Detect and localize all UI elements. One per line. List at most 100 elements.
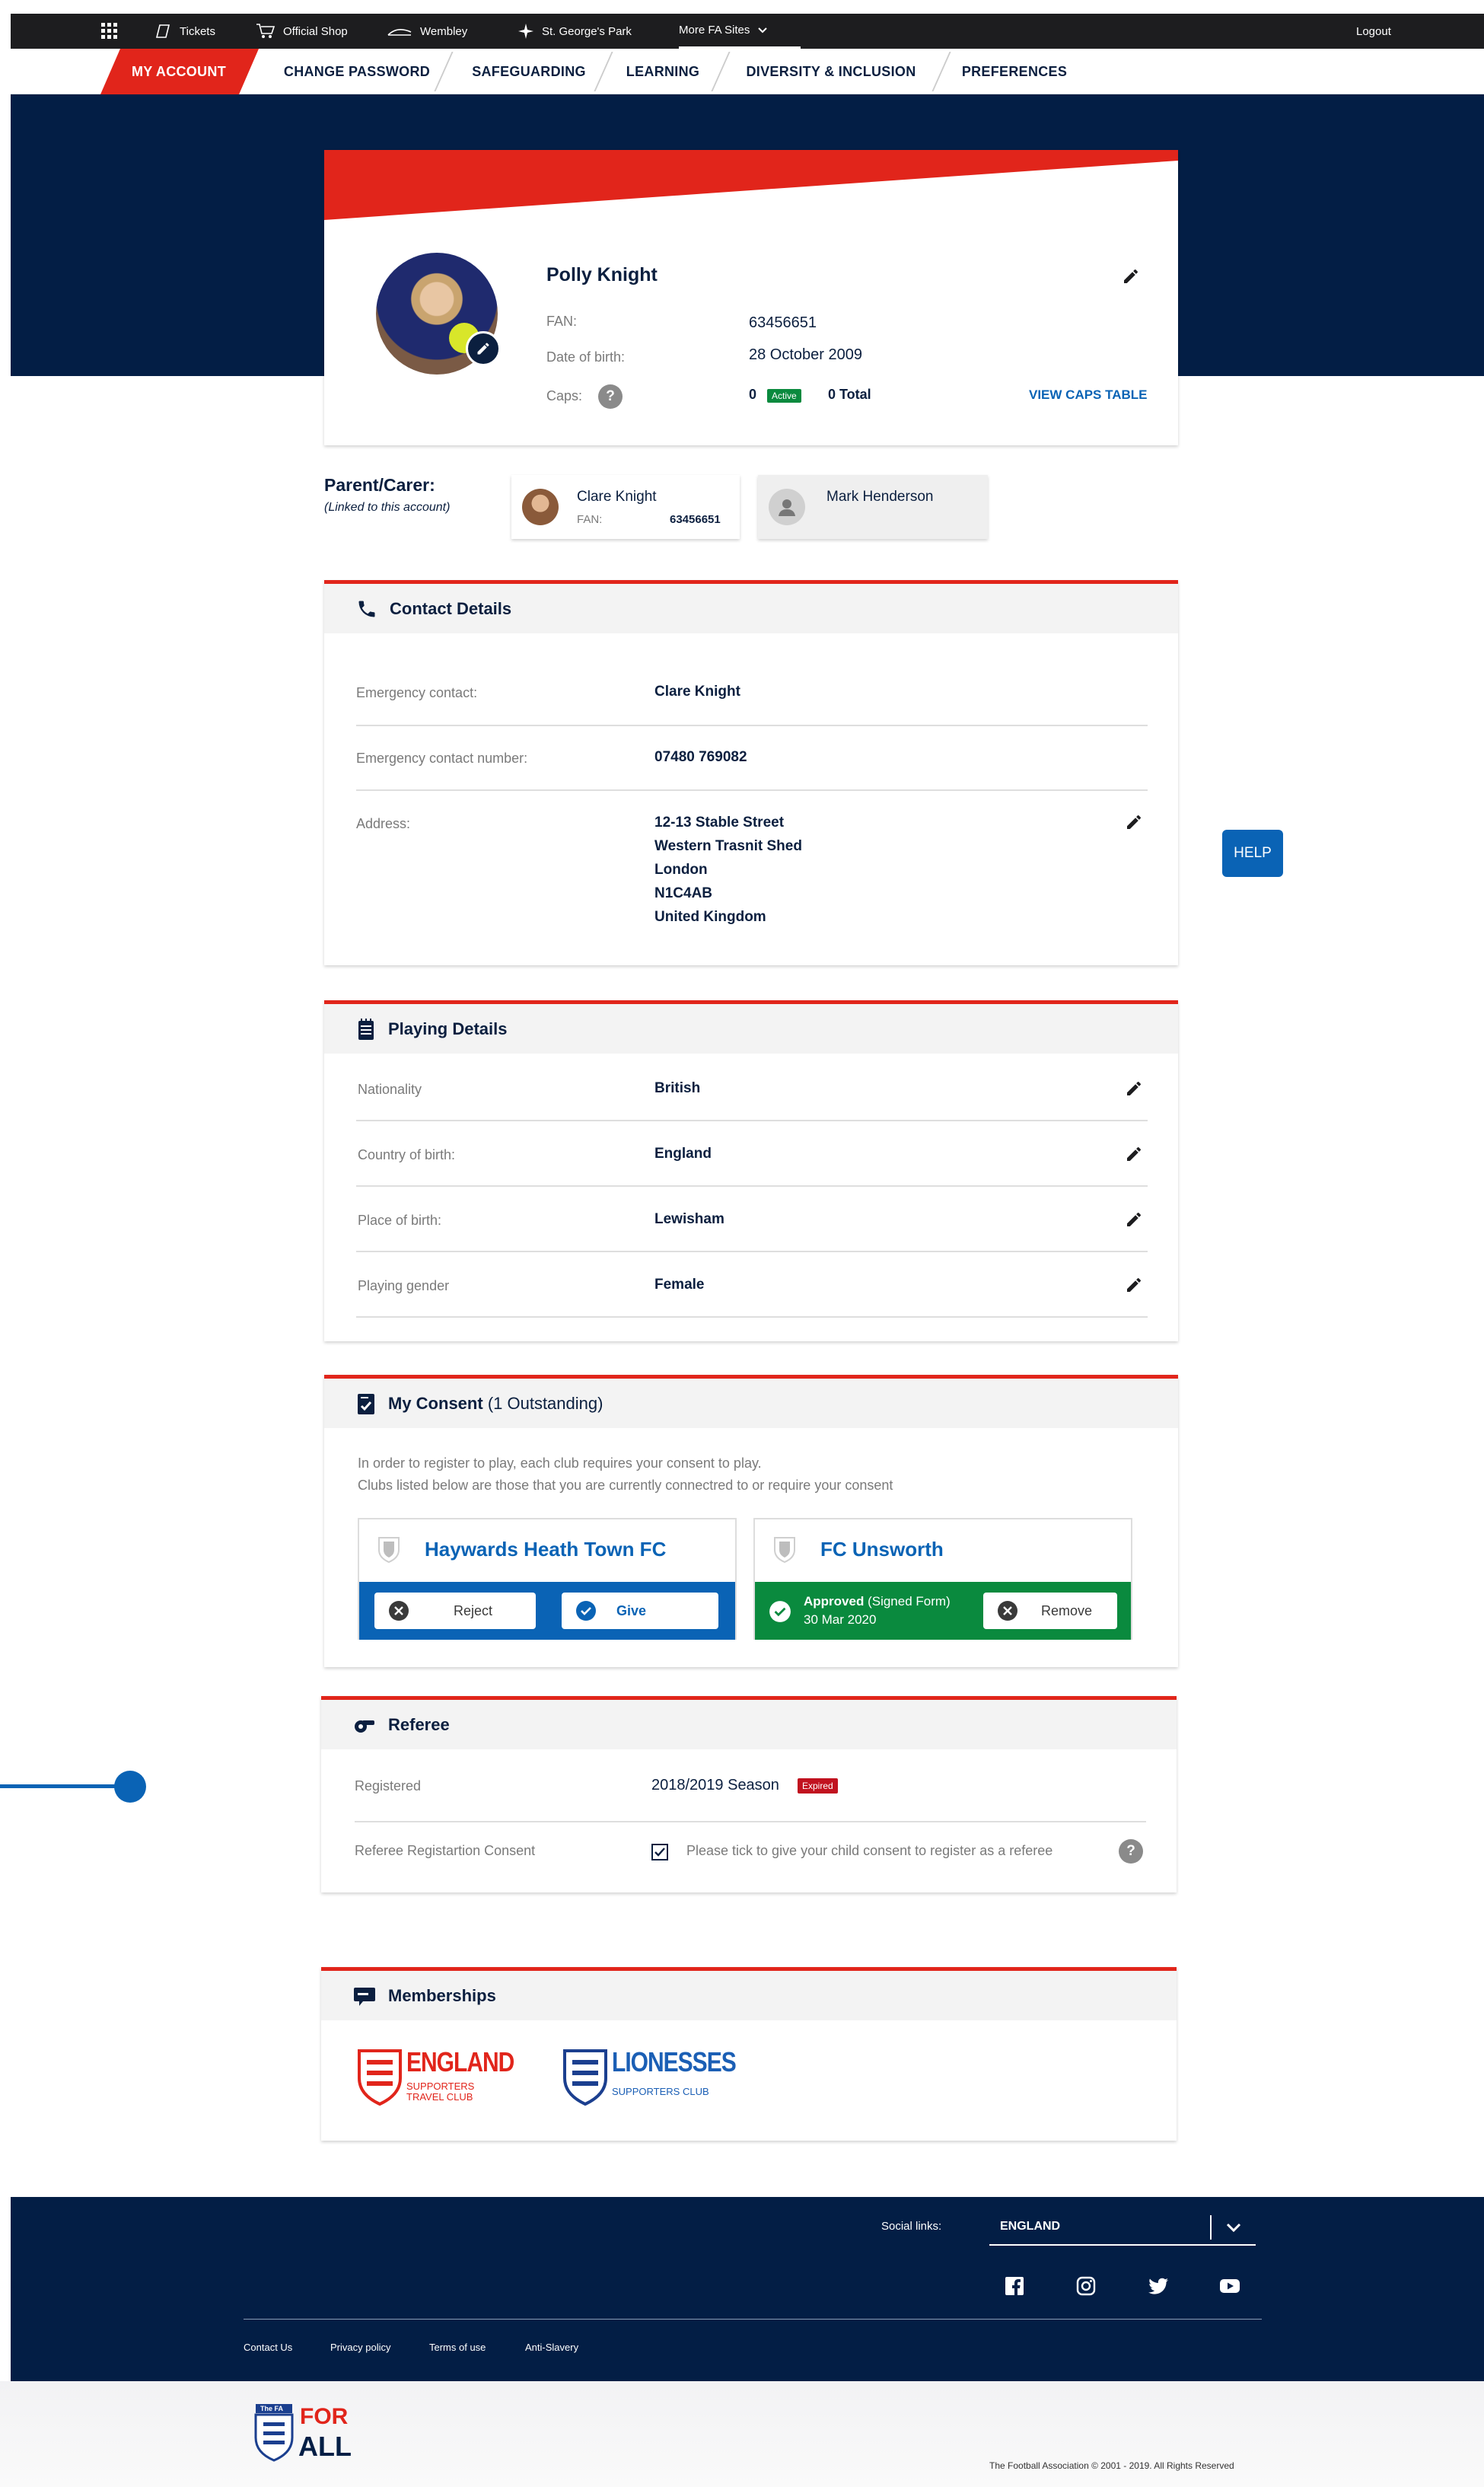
country-select-value: ENGLAND bbox=[1000, 2220, 1061, 2233]
pencil-icon bbox=[477, 343, 489, 355]
referee-help-icon[interactable]: ? bbox=[1119, 1839, 1143, 1864]
tab-diversity-inclusion[interactable]: DIVERSITY & INCLUSION bbox=[732, 49, 930, 94]
official-shop-link[interactable]: Official Shop bbox=[256, 14, 348, 49]
apps-grid-icon[interactable] bbox=[100, 14, 119, 49]
tab-safeguarding[interactable]: SAFEGUARDING bbox=[457, 49, 601, 94]
more-fa-sites-label: More FA Sites bbox=[679, 24, 750, 37]
view-caps-table-link[interactable]: VIEW CAPS TABLE bbox=[1029, 387, 1148, 403]
fa-for-all-logo: The FA FOR ALL bbox=[253, 2401, 355, 2463]
tickets-link[interactable]: Tickets bbox=[155, 14, 215, 49]
twitter-icon[interactable] bbox=[1148, 2278, 1169, 2296]
playing-details-card: Playing Details Nationality British Coun… bbox=[324, 1000, 1178, 1341]
divider bbox=[356, 1251, 1148, 1252]
lionesses-supporters-club-logo[interactable]: LIONESSES SUPPORTERS CLUB bbox=[562, 2048, 737, 2110]
address-line-1: 12-13 Stable Street bbox=[654, 815, 785, 831]
emergency-number-label: Emergency contact number: bbox=[356, 751, 528, 766]
reject-button[interactable]: Reject bbox=[374, 1593, 536, 1629]
membership-card-icon bbox=[354, 1987, 375, 2006]
consent-outstanding: (1 Outstanding) bbox=[487, 1393, 603, 1413]
edit-place-pencil-icon[interactable] bbox=[1125, 1210, 1143, 1229]
club-shield-icon bbox=[774, 1537, 795, 1564]
country-of-birth-value: England bbox=[654, 1146, 712, 1162]
tab-separator bbox=[931, 52, 951, 91]
divider bbox=[356, 1120, 1148, 1121]
tab-my-account[interactable]: MY ACCOUNT bbox=[114, 49, 244, 94]
chevron-down-icon bbox=[1226, 2223, 1241, 2233]
edit-nationality-pencil-icon[interactable] bbox=[1125, 1079, 1143, 1098]
facebook-icon[interactable] bbox=[1005, 2276, 1024, 2296]
tab-preferences[interactable]: PREFERENCES bbox=[950, 49, 1079, 94]
check-circle-icon bbox=[769, 1601, 791, 1622]
logout-link[interactable]: Logout bbox=[1356, 14, 1391, 49]
divider bbox=[356, 725, 1148, 726]
tab-learning[interactable]: LEARNING bbox=[613, 49, 712, 94]
wembley-label: Wembley bbox=[420, 24, 468, 38]
footer-link-contact-us[interactable]: Contact Us bbox=[244, 2342, 292, 2353]
logo-top-text: The FA bbox=[260, 2405, 284, 2412]
edit-gender-pencil-icon[interactable] bbox=[1125, 1276, 1143, 1294]
referee-consent-checkbox[interactable] bbox=[651, 1844, 668, 1860]
parent-fan-value: 63456651 bbox=[670, 513, 721, 526]
three-lions-crest-icon bbox=[358, 2049, 402, 2106]
three-lions-crest-icon bbox=[563, 2049, 607, 2106]
footer-link-terms-of-use[interactable]: Terms of use bbox=[429, 2342, 486, 2353]
youtube-icon[interactable] bbox=[1219, 2278, 1240, 2294]
caps-label: Caps: bbox=[546, 388, 583, 403]
england-supporters-travel-club-logo[interactable]: ENGLAND SUPPORTERS TRAVEL CLUB bbox=[356, 2048, 514, 2110]
tab-separator bbox=[711, 52, 731, 91]
footer-link-anti-slavery[interactable]: Anti-Slavery bbox=[525, 2342, 578, 2353]
approved-label: Approved bbox=[804, 1594, 865, 1609]
tab-change-password[interactable]: CHANGE PASSWORD bbox=[269, 49, 444, 94]
consent-intro-line-1: In order to register to play, each club … bbox=[358, 1456, 762, 1471]
country-select[interactable]: ENGLAND bbox=[989, 2208, 1256, 2246]
tickets-label: Tickets bbox=[180, 24, 215, 38]
account-nav: MY ACCOUNT CHANGE PASSWORD SAFEGUARDING … bbox=[11, 49, 1484, 94]
address-line-2: Western Trasnit Shed bbox=[654, 838, 802, 854]
edit-country-pencil-icon[interactable] bbox=[1125, 1145, 1143, 1163]
consent-form-icon bbox=[358, 1393, 374, 1414]
edit-address-pencil-icon[interactable] bbox=[1125, 813, 1143, 831]
checkmark-icon bbox=[654, 1848, 665, 1857]
footer: Social links: ENGLAND Contact Us Privacy… bbox=[11, 2197, 1484, 2381]
parent-card-mark[interactable]: Mark Henderson bbox=[758, 475, 988, 539]
edit-profile-pencil-icon[interactable] bbox=[1122, 267, 1140, 285]
sub-footer: The FA FOR ALL The Football Association … bbox=[0, 2381, 1484, 2487]
parent-carer-subtitle: (Linked to this account) bbox=[324, 501, 451, 514]
logo-all-text: ALL bbox=[298, 2431, 352, 2462]
copyright-text: The Football Association © 2001 - 2019. … bbox=[989, 2460, 1234, 2471]
playing-gender-label: Playing gender bbox=[358, 1278, 450, 1293]
my-consent-card: My Consent (1 Outstanding) In order to r… bbox=[324, 1375, 1178, 1667]
address-line-4: N1C4AB bbox=[654, 885, 713, 901]
referee-consent-label: Referee Registartion Consent bbox=[355, 1843, 536, 1858]
club-consent-card-unsworth: FC Unsworth Approved (Signed Form) 30 Ma… bbox=[753, 1518, 1132, 1640]
compass-star-icon bbox=[518, 24, 533, 39]
more-fa-sites-dropdown[interactable]: More FA Sites bbox=[679, 14, 801, 49]
give-consent-button[interactable]: Give bbox=[562, 1593, 718, 1629]
address-line-5: United Kingdom bbox=[654, 909, 766, 925]
fan-label: FAN: bbox=[546, 314, 578, 329]
lionesses-subtext: SUPPORTERS CLUB bbox=[612, 2086, 709, 2097]
phone-icon bbox=[358, 601, 375, 617]
registered-season: 2018/2019 Season bbox=[651, 1777, 779, 1794]
slider-handle[interactable] bbox=[114, 1771, 146, 1803]
remove-consent-button[interactable]: Remove bbox=[983, 1593, 1117, 1629]
instagram-icon[interactable] bbox=[1076, 2276, 1096, 2296]
parent-card-clare[interactable]: Clare Knight FAN: 63456651 bbox=[511, 475, 740, 539]
emergency-contact-value: Clare Knight bbox=[654, 684, 740, 700]
help-button[interactable]: HELP bbox=[1222, 830, 1283, 877]
whistle-icon bbox=[355, 1720, 374, 1733]
footer-link-privacy-policy[interactable]: Privacy policy bbox=[330, 2342, 390, 2353]
divider bbox=[356, 789, 1148, 791]
wembley-link[interactable]: Wembley bbox=[387, 14, 467, 49]
caps-help-icon[interactable]: ? bbox=[598, 384, 623, 409]
parent-name: Mark Henderson bbox=[826, 489, 934, 505]
edit-photo-button[interactable] bbox=[466, 331, 501, 366]
playing-details-header: Playing Details bbox=[324, 1000, 1178, 1054]
select-divider bbox=[1210, 2215, 1212, 2240]
emergency-number-value: 07480 769082 bbox=[654, 749, 747, 765]
ticket-icon bbox=[155, 24, 170, 38]
st-georges-park-link[interactable]: St. George's Park bbox=[517, 14, 632, 49]
lionesses-wordmark: LIONESSES bbox=[612, 2048, 737, 2078]
referee-card: Referee Registered 2018/2019 Season Expi… bbox=[321, 1696, 1177, 1892]
signed-form-label: (Signed Form) bbox=[868, 1594, 951, 1609]
